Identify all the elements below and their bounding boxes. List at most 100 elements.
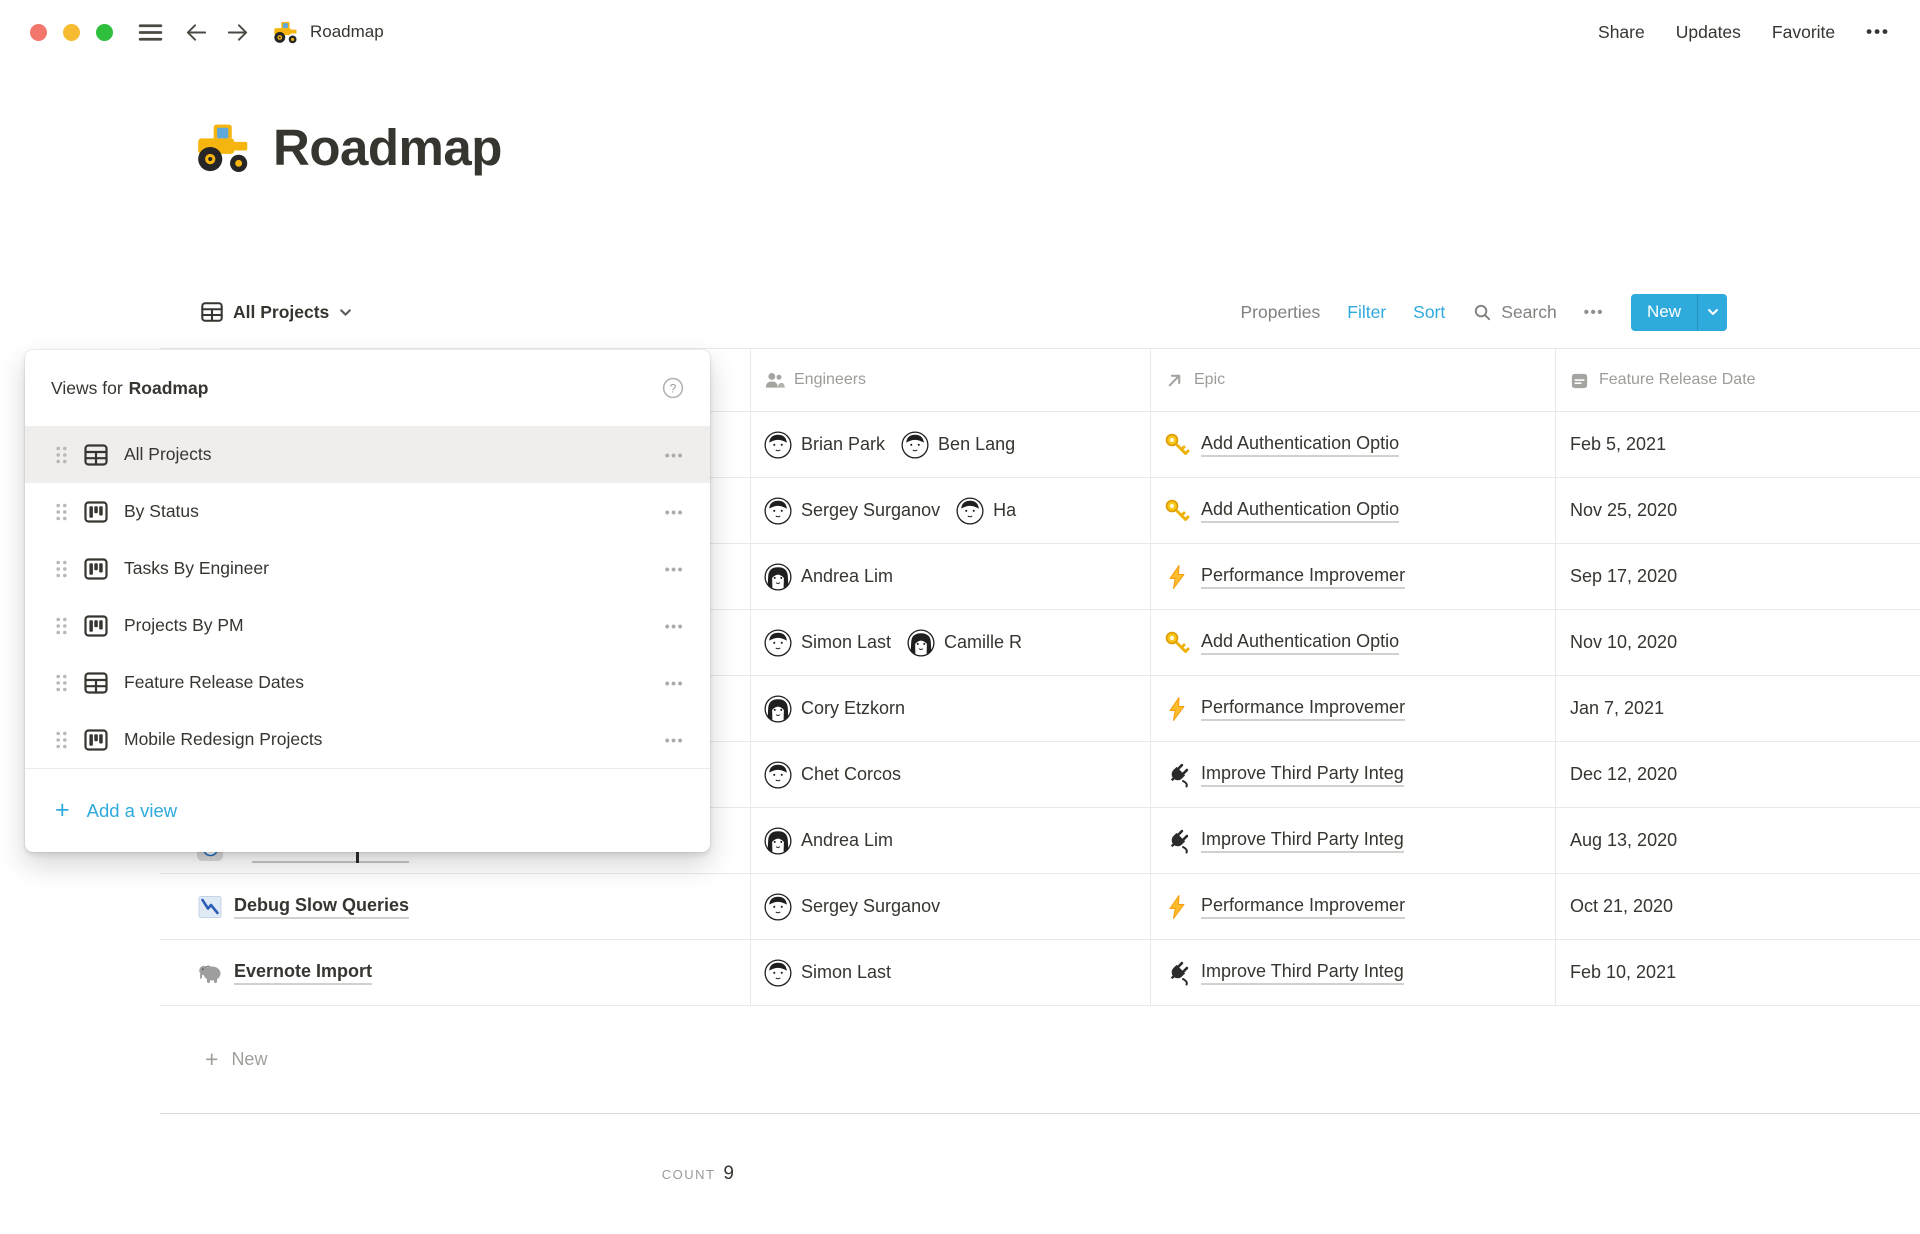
page-link-evernote-import[interactable]: Evernote Import	[197, 960, 372, 986]
drag-handle-icon[interactable]	[55, 559, 68, 579]
sort-button[interactable]: Sort	[1413, 302, 1445, 323]
cell-engineers[interactable]: Cory Etzkorn	[751, 676, 1151, 741]
add-view-button[interactable]: + Add a view	[25, 769, 710, 852]
engineer-chip[interactable]: Sergey Surganov	[764, 497, 940, 525]
more-icon[interactable]: •••	[665, 618, 684, 634]
engineer-chip[interactable]: Cory Etzkorn	[764, 695, 905, 723]
cell-date[interactable]: Nov 10, 2020	[1556, 610, 1920, 675]
minimize-window-button[interactable]	[63, 24, 80, 41]
zap-icon	[1164, 894, 1190, 920]
engineer-chip[interactable]: Ha	[956, 497, 1016, 525]
cell-date[interactable]: Oct 21, 2020	[1556, 874, 1920, 939]
views-panel-item-mobile-redesign-projects[interactable]: Mobile Redesign Projects•••	[25, 711, 710, 768]
date-value: Jan 7, 2021	[1570, 698, 1664, 719]
cell-date[interactable]: Feb 5, 2021	[1556, 412, 1920, 477]
cell-epic[interactable]: Improve Third Party Integ	[1151, 808, 1556, 873]
forward-icon[interactable]	[225, 20, 250, 45]
avatar	[901, 431, 929, 459]
epic-link[interactable]: Performance Improvemer	[1164, 564, 1405, 590]
engineer-chip[interactable]: Simon Last	[764, 629, 891, 657]
cell-engineers[interactable]: Simon Last	[751, 940, 1151, 1005]
views-panel-item-all-projects[interactable]: All Projects•••	[25, 426, 710, 483]
cell-epic[interactable]: Performance Improvemer	[1151, 874, 1556, 939]
drag-handle-icon[interactable]	[55, 445, 68, 465]
epic-link[interactable]: Add Authentication Optio	[1164, 432, 1399, 458]
engineer-chip[interactable]: Camille R	[907, 629, 1022, 657]
more-icon[interactable]: •••	[665, 561, 684, 577]
favorite-button[interactable]: Favorite	[1772, 22, 1835, 43]
views-panel-item-feature-release-dates[interactable]: Feature Release Dates•••	[25, 654, 710, 711]
column-header-feature-release-date[interactable]: Feature Release Date	[1556, 349, 1920, 411]
board-view-icon	[83, 499, 109, 525]
views-panel-item-by-status[interactable]: By Status•••	[25, 483, 710, 540]
views-panel-item-tasks-by-engineer[interactable]: Tasks By Engineer•••	[25, 540, 710, 597]
back-icon[interactable]	[184, 20, 209, 45]
drag-handle-icon[interactable]	[55, 673, 68, 693]
drag-handle-icon[interactable]	[55, 616, 68, 636]
views-panel-item-projects-by-pm[interactable]: Projects By PM•••	[25, 597, 710, 654]
more-icon[interactable]: •••	[1866, 22, 1890, 42]
close-window-button[interactable]	[30, 24, 47, 41]
new-button-dropdown[interactable]	[1697, 294, 1727, 331]
more-icon[interactable]: •••	[665, 732, 684, 748]
cell-epic[interactable]: Performance Improvemer	[1151, 676, 1556, 741]
epic-link[interactable]: Add Authentication Optio	[1164, 630, 1399, 656]
more-icon[interactable]: •••	[1584, 304, 1604, 321]
zoom-window-button[interactable]	[96, 24, 113, 41]
epic-link[interactable]: Performance Improvemer	[1164, 696, 1405, 722]
drag-handle-icon[interactable]	[55, 502, 68, 522]
more-icon[interactable]: •••	[665, 675, 684, 691]
cell-project[interactable]: Evernote Import	[160, 940, 751, 1005]
cell-date[interactable]: Dec 12, 2020	[1556, 742, 1920, 807]
more-icon[interactable]: •••	[665, 504, 684, 520]
cell-engineers[interactable]: Simon Last Camille R	[751, 610, 1151, 675]
column-header-epic[interactable]: Epic	[1151, 349, 1556, 411]
engineer-chip[interactable]: Brian Park	[764, 431, 885, 459]
count-row[interactable]: COUNT 9	[160, 1114, 751, 1234]
engineer-chip[interactable]: Andrea Lim	[764, 827, 893, 855]
more-icon[interactable]: •••	[665, 447, 684, 463]
help-icon[interactable]: ?	[662, 377, 684, 399]
epic-link[interactable]: Performance Improvemer	[1164, 894, 1405, 920]
cell-project[interactable]: Debug Slow Queries	[160, 874, 751, 939]
drag-handle-icon[interactable]	[55, 730, 68, 750]
search-button[interactable]: Search	[1472, 302, 1556, 323]
cell-date[interactable]: Sep 17, 2020	[1556, 544, 1920, 609]
breadcrumb[interactable]: Roadmap	[272, 18, 384, 46]
cell-engineers[interactable]: Sergey Surganov	[751, 874, 1151, 939]
cell-engineers[interactable]: Sergey Surganov Ha	[751, 478, 1151, 543]
engineer-chip[interactable]: Andrea Lim	[764, 563, 893, 591]
epic-link[interactable]: Improve Third Party Integ	[1164, 828, 1404, 854]
new-row-button[interactable]: + New	[160, 1006, 1920, 1114]
cell-engineers[interactable]: Andrea Lim	[751, 808, 1151, 873]
engineer-chip[interactable]: Chet Corcos	[764, 761, 901, 789]
page-link-debug-slow-queries[interactable]: Debug Slow Queries	[197, 894, 409, 920]
share-button[interactable]: Share	[1598, 22, 1645, 43]
view-switcher[interactable]: All Projects	[200, 300, 353, 324]
epic-link[interactable]: Improve Third Party Integ	[1164, 762, 1404, 788]
new-button[interactable]: New	[1631, 294, 1727, 331]
cell-engineers[interactable]: Chet Corcos	[751, 742, 1151, 807]
cell-engineers[interactable]: Brian Park Ben Lang	[751, 412, 1151, 477]
cell-date[interactable]: Aug 13, 2020	[1556, 808, 1920, 873]
cell-epic[interactable]: Improve Third Party Integ	[1151, 742, 1556, 807]
cell-epic[interactable]: Add Authentication Optio	[1151, 610, 1556, 675]
engineer-chip[interactable]: Ben Lang	[901, 431, 1015, 459]
cell-date[interactable]: Feb 10, 2021	[1556, 940, 1920, 1005]
cell-epic[interactable]: Add Authentication Optio	[1151, 478, 1556, 543]
cell-epic[interactable]: Add Authentication Optio	[1151, 412, 1556, 477]
engineer-chip[interactable]: Sergey Surganov	[764, 893, 940, 921]
cell-date[interactable]: Nov 25, 2020	[1556, 478, 1920, 543]
epic-link[interactable]: Improve Third Party Integ	[1164, 960, 1404, 986]
epic-link[interactable]: Add Authentication Optio	[1164, 498, 1399, 524]
sidebar-menu-icon[interactable]	[137, 19, 164, 46]
cell-engineers[interactable]: Andrea Lim	[751, 544, 1151, 609]
engineer-chip[interactable]: Simon Last	[764, 959, 891, 987]
properties-button[interactable]: Properties	[1241, 302, 1321, 323]
cell-epic[interactable]: Performance Improvemer	[1151, 544, 1556, 609]
filter-button[interactable]: Filter	[1347, 302, 1386, 323]
cell-date[interactable]: Jan 7, 2021	[1556, 676, 1920, 741]
column-header-engineers[interactable]: Engineers	[751, 349, 1151, 411]
updates-button[interactable]: Updates	[1676, 22, 1741, 43]
cell-epic[interactable]: Improve Third Party Integ	[1151, 940, 1556, 1005]
